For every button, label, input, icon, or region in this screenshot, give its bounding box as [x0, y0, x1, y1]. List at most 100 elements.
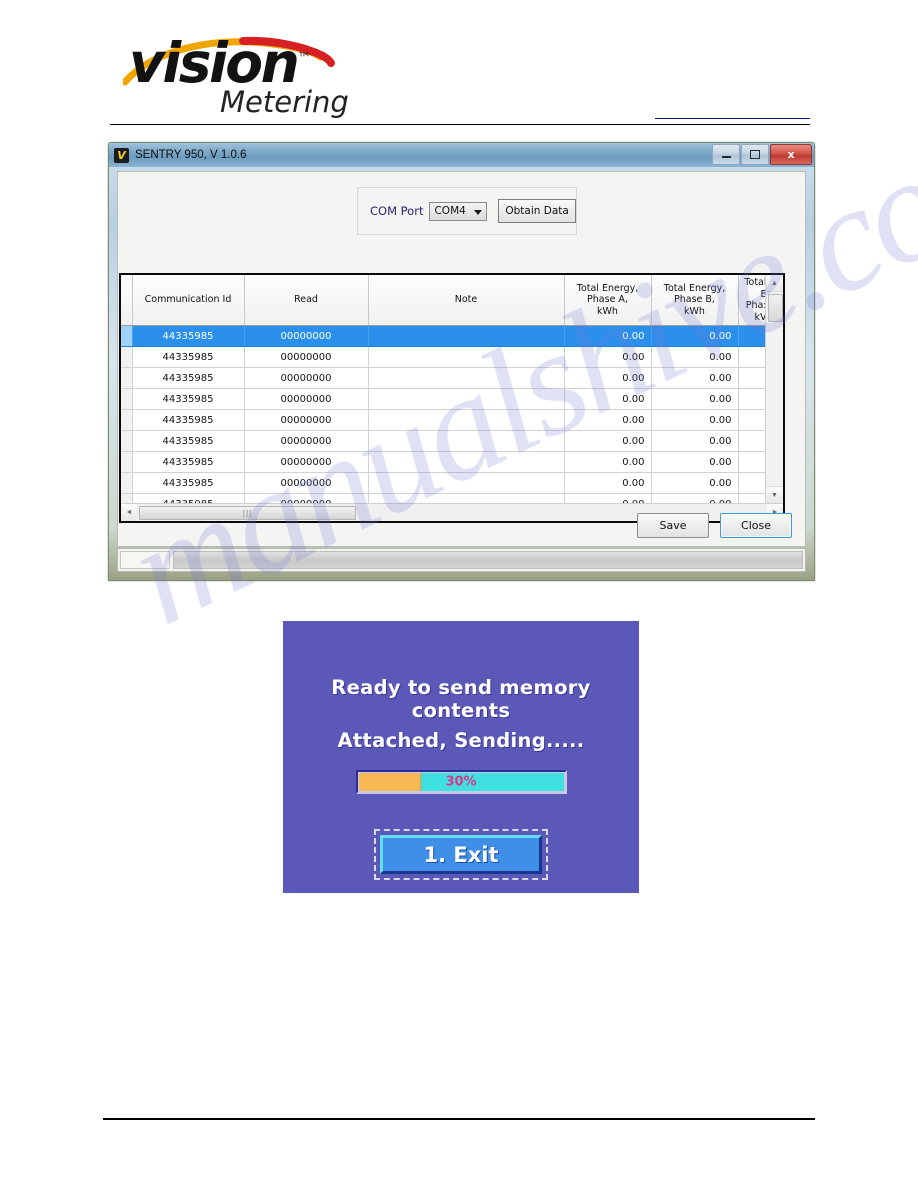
cell-note[interactable]: [368, 409, 565, 432]
cell-phase-a[interactable]: 0.00: [564, 346, 652, 369]
cell-communication-id[interactable]: 44335985: [132, 430, 245, 453]
com-port-select[interactable]: COM4: [429, 201, 488, 221]
cell-phase-b[interactable]: 0.00: [651, 472, 739, 495]
footer-rule: [103, 1118, 815, 1120]
cell-phase-b[interactable]: 0.00: [651, 325, 739, 348]
scroll-down-button[interactable]: ▼: [766, 486, 783, 503]
cell-phase-b[interactable]: 0.00: [651, 367, 739, 390]
cell-phase-b[interactable]: 0.00: [651, 430, 739, 453]
status-progress-bar: [173, 551, 803, 569]
cell-phase-a[interactable]: 0.00: [564, 430, 652, 453]
grid-col-total-energy-phase-a[interactable]: Total Energy, Phase A, kWh: [564, 275, 652, 327]
grid-col-note[interactable]: Note: [368, 275, 565, 327]
vertical-scroll-track[interactable]: [766, 292, 783, 486]
col-line3: kWh: [684, 305, 705, 317]
header-accent-rule: [655, 118, 810, 119]
app-client-area: COM Port COM4 Obtain Data Communication …: [117, 171, 806, 547]
status-bar: [117, 548, 806, 572]
cell-phase-b[interactable]: 0.00: [651, 388, 739, 411]
row-selector[interactable]: [121, 451, 133, 474]
close-button[interactable]: Close: [720, 513, 792, 538]
com-port-panel: COM Port COM4 Obtain Data: [357, 187, 577, 235]
row-selector[interactable]: [121, 409, 133, 432]
window-title: SENTRY 950, V 1.0.6: [135, 149, 247, 161]
grid-col-read[interactable]: Read: [244, 275, 369, 327]
table-row[interactable]: 44335985 00000000 0.00 0.00: [121, 451, 771, 474]
cell-read[interactable]: 00000000: [244, 409, 369, 432]
table-row[interactable]: 44335985 00000000 0.00 0.00: [121, 346, 771, 369]
row-selector[interactable]: [121, 346, 133, 369]
cell-phase-a[interactable]: 0.00: [564, 409, 652, 432]
cell-communication-id[interactable]: 44335985: [132, 451, 245, 474]
table-row[interactable]: 44335985 00000000 0.00 0.00: [121, 472, 771, 495]
cell-note[interactable]: [368, 388, 565, 411]
window-controls: x: [712, 144, 812, 165]
grid-col-total-energy-phase-b[interactable]: Total Energy, Phase B, kWh: [651, 275, 739, 327]
cell-note[interactable]: [368, 472, 565, 495]
vertical-scroll-thumb[interactable]: [768, 294, 783, 322]
cell-phase-a[interactable]: 0.00: [564, 451, 652, 474]
exit-button[interactable]: 1. Exit: [380, 835, 542, 874]
row-selector[interactable]: [121, 367, 133, 390]
row-selector[interactable]: [121, 388, 133, 411]
grid-scroll-area: Communication Id Read Note Total Energy,: [121, 275, 783, 521]
col-line1: Total Energy,: [576, 282, 639, 294]
cell-phase-b[interactable]: 0.00: [651, 409, 739, 432]
cell-read[interactable]: 00000000: [244, 325, 369, 348]
cell-read[interactable]: 00000000: [244, 367, 369, 390]
cell-communication-id[interactable]: 44335985: [132, 409, 245, 432]
dialog-message-line2: Attached, Sending.....: [337, 729, 585, 752]
grid-body: Communication Id Read Note Total Energy,: [121, 275, 771, 521]
cell-note[interactable]: [368, 430, 565, 453]
minimize-icon: [721, 156, 731, 158]
cell-read[interactable]: 00000000: [244, 430, 369, 453]
grid-header-row: Communication Id Read Note Total Energy,: [121, 275, 771, 327]
obtain-data-button[interactable]: Obtain Data: [498, 199, 576, 223]
cell-phase-a[interactable]: 0.00: [564, 367, 652, 390]
cell-phase-b[interactable]: 0.00: [651, 451, 739, 474]
table-row[interactable]: 44335985 00000000 0.00 0.00: [121, 367, 771, 390]
table-row[interactable]: 44335985 00000000 0.00 0.00: [121, 388, 771, 411]
close-window-button[interactable]: x: [770, 144, 812, 165]
app-v-icon: V: [114, 147, 129, 163]
com-port-value: COM4: [434, 205, 466, 217]
cell-note[interactable]: [368, 451, 565, 474]
save-button[interactable]: Save: [637, 513, 709, 538]
grid-corner-cell: [121, 275, 133, 327]
row-selector[interactable]: [121, 430, 133, 453]
grid-vertical-scrollbar[interactable]: ▲ ▼: [765, 275, 783, 503]
exit-button-focus-frame: 1. Exit: [374, 829, 548, 880]
cell-communication-id[interactable]: 44335985: [132, 367, 245, 390]
cell-note[interactable]: [368, 346, 565, 369]
table-row[interactable]: 44335985 00000000 0.00 0.00: [121, 430, 771, 453]
col-line3: kWh: [597, 305, 618, 317]
cell-phase-a[interactable]: 0.00: [564, 325, 652, 348]
logo-secondary-text: Metering: [220, 85, 349, 119]
cell-communication-id[interactable]: 44335985: [132, 472, 245, 495]
cell-note[interactable]: [368, 325, 565, 348]
minimize-button[interactable]: [712, 144, 740, 165]
cell-phase-b[interactable]: 0.00: [651, 346, 739, 369]
cell-note[interactable]: [368, 367, 565, 390]
cell-communication-id[interactable]: 44335985: [132, 388, 245, 411]
maximize-icon: [750, 150, 760, 159]
cell-read[interactable]: 00000000: [244, 451, 369, 474]
table-row[interactable]: 44335985 00000000 0.00 0.00: [121, 409, 771, 432]
cell-read[interactable]: 00000000: [244, 388, 369, 411]
cell-read[interactable]: 00000000: [244, 472, 369, 495]
maximize-button[interactable]: [741, 144, 769, 165]
sending-dialog: Ready to send memory contents Attached, …: [283, 621, 639, 893]
horizontal-scroll-thumb[interactable]: |||: [139, 506, 356, 520]
row-selector[interactable]: [121, 472, 133, 495]
row-selector[interactable]: [121, 325, 133, 348]
grid-col-communication-id[interactable]: Communication Id: [132, 275, 245, 327]
scroll-up-button[interactable]: ▲: [766, 275, 783, 292]
scroll-left-button[interactable]: ◄: [121, 504, 137, 521]
cell-phase-a[interactable]: 0.00: [564, 388, 652, 411]
cell-communication-id[interactable]: 44335985: [132, 325, 245, 348]
cell-read[interactable]: 00000000: [244, 346, 369, 369]
cell-phase-a[interactable]: 0.00: [564, 472, 652, 495]
cell-communication-id[interactable]: 44335985: [132, 346, 245, 369]
col-line1: Total E: [744, 277, 767, 300]
table-row[interactable]: 44335985 00000000 0.00 0.00: [121, 325, 771, 348]
